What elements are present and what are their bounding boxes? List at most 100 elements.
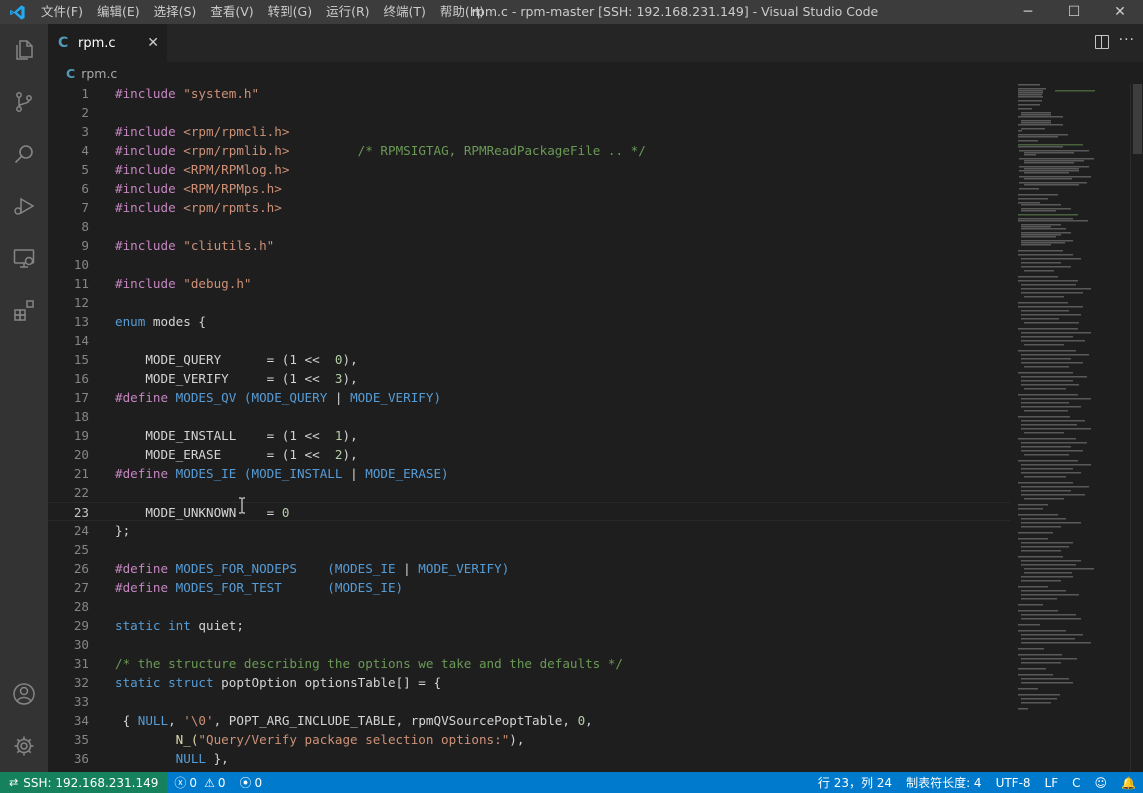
account-icon[interactable] (0, 668, 48, 720)
code-line[interactable]: 18 (48, 407, 1010, 426)
search-icon[interactable] (0, 128, 48, 180)
menu-view[interactable]: 查看(V) (203, 0, 260, 24)
maximize-button[interactable]: ☐ (1051, 0, 1097, 24)
token: modes { (145, 314, 207, 329)
code-editor[interactable]: 1 #include "system.h" 2 3 #include <rpm/rp… (48, 84, 1010, 772)
token: { (115, 713, 138, 728)
code-line[interactable]: 25 (48, 540, 1010, 559)
close-tab-icon[interactable]: ✕ (147, 35, 159, 51)
cursor-position[interactable]: 行 23，列 24 (811, 774, 899, 791)
code-line[interactable]: 17 #define MODES_QV (MODE_QUERY | MODE_VE… (48, 388, 1010, 407)
notifications-bell-icon[interactable]: 🔔 (1114, 776, 1143, 790)
code-line[interactable]: 36 NULL }, (48, 749, 1010, 768)
window-title: rpm.c - rpm-master [SSH: 192.168.231.149… (471, 4, 879, 19)
token: MODES_FOR_TEST (MODES_IE) (168, 580, 404, 595)
line-number: 29 (73, 618, 89, 633)
menu-run[interactable]: 运行(R) (319, 0, 376, 24)
token: MODE_VERIFY = (1 << (115, 371, 335, 386)
code-line[interactable]: 2 (48, 103, 1010, 122)
code-line[interactable]: 15 MODE_QUERY = (1 << 0), (48, 350, 1010, 369)
menu-go[interactable]: 转到(G) (261, 0, 319, 24)
code-line[interactable]: 21 #define MODES_IE (MODE_INSTALL | MODE_… (48, 464, 1010, 483)
token: ), (342, 352, 358, 367)
scrollbar-thumb[interactable] (1133, 84, 1142, 154)
code-line[interactable]: 7 #include <rpm/rpmts.h> (48, 198, 1010, 217)
code-line[interactable]: 14 (48, 331, 1010, 350)
line-number: 33 (73, 694, 89, 709)
token: }, (206, 751, 229, 766)
line-number: 28 (73, 599, 89, 614)
code-line[interactable]: 34 { NULL, '\0', POPT_ARG_INCLUDE_TABLE,… (48, 711, 1010, 730)
code-line[interactable]: 28 (48, 597, 1010, 616)
menu-file[interactable]: 文件(F) (34, 0, 90, 24)
token: <RPM/RPMps.h> (183, 181, 282, 196)
code-line[interactable]: 13 enum modes { (48, 312, 1010, 331)
breadcrumb-file[interactable]: rpm.c (81, 66, 117, 81)
code-line[interactable]: 32 static struct poptOption optionsTable[… (48, 673, 1010, 692)
code-line[interactable]: 3 #include <rpm/rpmcli.h> (48, 122, 1010, 141)
code-line[interactable]: 11 #include "debug.h" (48, 274, 1010, 293)
files-icon[interactable] (0, 24, 48, 76)
code-line[interactable]: 22 (48, 483, 1010, 502)
feedback-icon[interactable]: ☺ (1088, 776, 1115, 790)
vertical-scrollbar[interactable] (1130, 84, 1143, 772)
menu-selection[interactable]: 选择(S) (147, 0, 204, 24)
extensions-icon[interactable] (0, 284, 48, 336)
code-line[interactable]: 4 #include <rpm/rpmlib.h> /* RPMSIGTAG, R… (48, 141, 1010, 160)
token: quiet; (190, 618, 244, 633)
token: enum (115, 314, 146, 329)
code-line[interactable]: 26 #define MODES_FOR_NODEPS (MODES_IE | M… (48, 559, 1010, 578)
settings-gear-icon[interactable] (0, 720, 48, 772)
run-debug-icon[interactable] (0, 180, 48, 232)
mouse-ibeam-cursor-icon (238, 497, 246, 514)
code-line[interactable]: 1 #include "system.h" (48, 84, 1010, 103)
code-line[interactable]: 8 (48, 217, 1010, 236)
remote-indicator[interactable]: ⇄ SSH: 192.168.231.149 (0, 772, 168, 793)
remote-icon: ⇄ (9, 776, 19, 789)
code-line[interactable]: 19 MODE_INSTALL = (1 << 1), (48, 426, 1010, 445)
code-line[interactable]: 24}; (48, 521, 1010, 540)
line-number: 15 (73, 352, 89, 367)
window-controls: ─ ☐ ✕ (1005, 0, 1143, 24)
language-mode[interactable]: C (1065, 776, 1087, 790)
tab-rpm-c[interactable]: C rpm.c ✕ (48, 24, 167, 62)
code-line[interactable]: 27 #define MODES_FOR_TEST (MODES_IE) (48, 578, 1010, 597)
line-number: 19 (73, 428, 89, 443)
line-number: 18 (73, 409, 89, 424)
code-line[interactable]: 5 #include <RPM/RPMlog.h> (48, 160, 1010, 179)
code-line[interactable]: 16 MODE_VERIFY = (1 << 3), (48, 369, 1010, 388)
token: #include (115, 143, 176, 158)
source-control-icon[interactable] (0, 76, 48, 128)
code-line[interactable]: 10 (48, 255, 1010, 274)
indentation[interactable]: 制表符长度: 4 (899, 774, 989, 791)
breadcrumb[interactable]: C rpm.c (48, 62, 1143, 84)
split-editor-icon[interactable] (1095, 35, 1109, 49)
code-line[interactable]: 20 MODE_ERASE = (1 << 2), (48, 445, 1010, 464)
more-actions-icon[interactable]: ··· (1119, 32, 1135, 48)
ports-indicator[interactable]: ⦿ 0 (232, 774, 269, 791)
token: "debug.h" (183, 276, 252, 291)
remote-explorer-icon[interactable] (0, 232, 48, 284)
code-line[interactable]: 9 #include "cliutils.h" (48, 236, 1010, 255)
close-window-button[interactable]: ✕ (1097, 0, 1143, 24)
line-number: 1 (81, 86, 89, 101)
code-line[interactable]: 6 #include <RPM/RPMps.h> (48, 179, 1010, 198)
minimap[interactable] (1010, 84, 1130, 772)
problems-indicator[interactable]: ⓧ 0 ⚠ 0 (167, 774, 232, 791)
token: MODE_ERASE) (357, 466, 449, 481)
code-line[interactable]: 29 static int quiet; (48, 616, 1010, 635)
end-of-line[interactable]: LF (1038, 776, 1066, 790)
menu-edit[interactable]: 编辑(E) (90, 0, 147, 24)
current-code-line[interactable]: 23 MODE_UNKNOWN = 0 (48, 502, 1010, 521)
code-line[interactable]: 30 (48, 635, 1010, 654)
token: #include (115, 238, 176, 253)
token: N_( (115, 732, 199, 747)
minimize-button[interactable]: ─ (1005, 0, 1051, 24)
code-line[interactable]: 12 (48, 293, 1010, 312)
encoding[interactable]: UTF-8 (989, 776, 1038, 790)
line-number: 20 (73, 447, 89, 462)
title-bar: 文件(F) 编辑(E) 选择(S) 查看(V) 转到(G) 运行(R) 终端(T… (0, 0, 1143, 24)
code-line[interactable]: 33 (48, 692, 1010, 711)
code-line[interactable]: 35 N_("Query/Verify package selection op… (48, 730, 1010, 749)
code-line[interactable]: 31 /* the structure describing the option… (48, 654, 1010, 673)
